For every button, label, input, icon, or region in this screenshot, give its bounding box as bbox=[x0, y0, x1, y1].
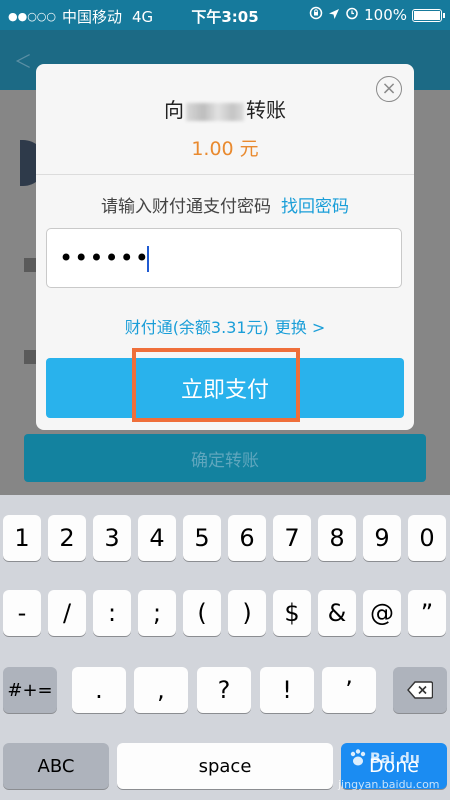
blurred-recipient-name bbox=[186, 102, 244, 121]
key-8[interactable]: 8 bbox=[318, 515, 356, 561]
status-right: 100% bbox=[309, 6, 445, 24]
recipient-suffix: 转账 bbox=[246, 98, 286, 122]
forgot-password-link[interactable]: 找回密码 bbox=[281, 197, 349, 217]
key-ampersand[interactable]: & bbox=[318, 590, 356, 636]
watermark-logo: Bai du bbox=[370, 751, 420, 767]
key-open-paren[interactable]: ( bbox=[183, 590, 221, 636]
key-abc[interactable]: ABC bbox=[3, 743, 109, 789]
password-input[interactable]: •••••• bbox=[46, 228, 402, 288]
paw-logo-icon bbox=[348, 748, 368, 768]
backspace-icon bbox=[407, 681, 433, 699]
recipient-prefix: 向 bbox=[164, 98, 184, 122]
form-row-marker bbox=[24, 258, 36, 272]
key-period[interactable]: . bbox=[72, 667, 126, 713]
key-0[interactable]: 0 bbox=[408, 515, 446, 561]
rotation-lock-icon bbox=[309, 6, 323, 24]
key-7[interactable]: 7 bbox=[273, 515, 311, 561]
payment-method-balance: 财付通(余额3.31元) bbox=[124, 318, 269, 337]
status-bar: ●●○○○ 中国移动 4G 下午3:05 100% bbox=[0, 0, 450, 30]
text-caret bbox=[147, 246, 149, 272]
key-comma[interactable]: , bbox=[134, 667, 188, 713]
battery-percentage: 100% bbox=[364, 6, 407, 24]
key-4[interactable]: 4 bbox=[138, 515, 176, 561]
backspace-key[interactable] bbox=[393, 667, 447, 713]
watermark: Bai du jingyan.baidu.com bbox=[330, 748, 448, 796]
key-9[interactable]: 9 bbox=[363, 515, 401, 561]
key-question[interactable]: ? bbox=[197, 667, 251, 713]
form-row-marker bbox=[24, 350, 36, 364]
alarm-clock-icon bbox=[345, 6, 359, 24]
key-quote[interactable]: ” bbox=[408, 590, 446, 636]
confirm-transfer-button[interactable]: 确定转账 bbox=[24, 434, 426, 482]
battery-icon bbox=[412, 8, 445, 22]
password-prompt-row: 请输入财付通支付密码 找回密码 bbox=[36, 192, 414, 217]
key-dollar[interactable]: $ bbox=[273, 590, 311, 636]
key-apostrophe[interactable]: ’ bbox=[322, 667, 376, 713]
key-slash[interactable]: / bbox=[48, 590, 86, 636]
key-at[interactable]: @ bbox=[363, 590, 401, 636]
transfer-amount: 1.00 元 bbox=[191, 138, 259, 160]
watermark-url: jingyan.baidu.com bbox=[338, 778, 440, 791]
key-semicolon[interactable]: ; bbox=[138, 590, 176, 636]
key-more-symbols[interactable]: #+= bbox=[3, 667, 57, 713]
key-1[interactable]: 1 bbox=[3, 515, 41, 561]
payment-method-row: 财付通(余额3.31元) 更换 > bbox=[36, 314, 414, 338]
battery-fill bbox=[414, 10, 440, 20]
key-close-paren[interactable]: ) bbox=[228, 590, 266, 636]
key-hyphen[interactable]: - bbox=[3, 590, 41, 636]
key-2[interactable]: 2 bbox=[48, 515, 86, 561]
highlight-annotation bbox=[132, 348, 300, 422]
key-exclamation[interactable]: ! bbox=[260, 667, 314, 713]
divider bbox=[36, 174, 414, 175]
key-colon[interactable]: : bbox=[93, 590, 131, 636]
transfer-recipient: 向 转账 bbox=[36, 94, 414, 123]
change-payment-method-link[interactable]: 更换 > bbox=[275, 318, 326, 337]
location-arrow-icon bbox=[328, 6, 340, 24]
key-5[interactable]: 5 bbox=[183, 515, 221, 561]
space-bar[interactable]: space bbox=[117, 743, 333, 789]
back-button[interactable]: ＜ bbox=[14, 48, 32, 74]
key-3[interactable]: 3 bbox=[93, 515, 131, 561]
password-prompt: 请输入财付通支付密码 bbox=[101, 197, 271, 217]
password-mask: •••••• bbox=[59, 244, 150, 272]
key-6[interactable]: 6 bbox=[228, 515, 266, 561]
